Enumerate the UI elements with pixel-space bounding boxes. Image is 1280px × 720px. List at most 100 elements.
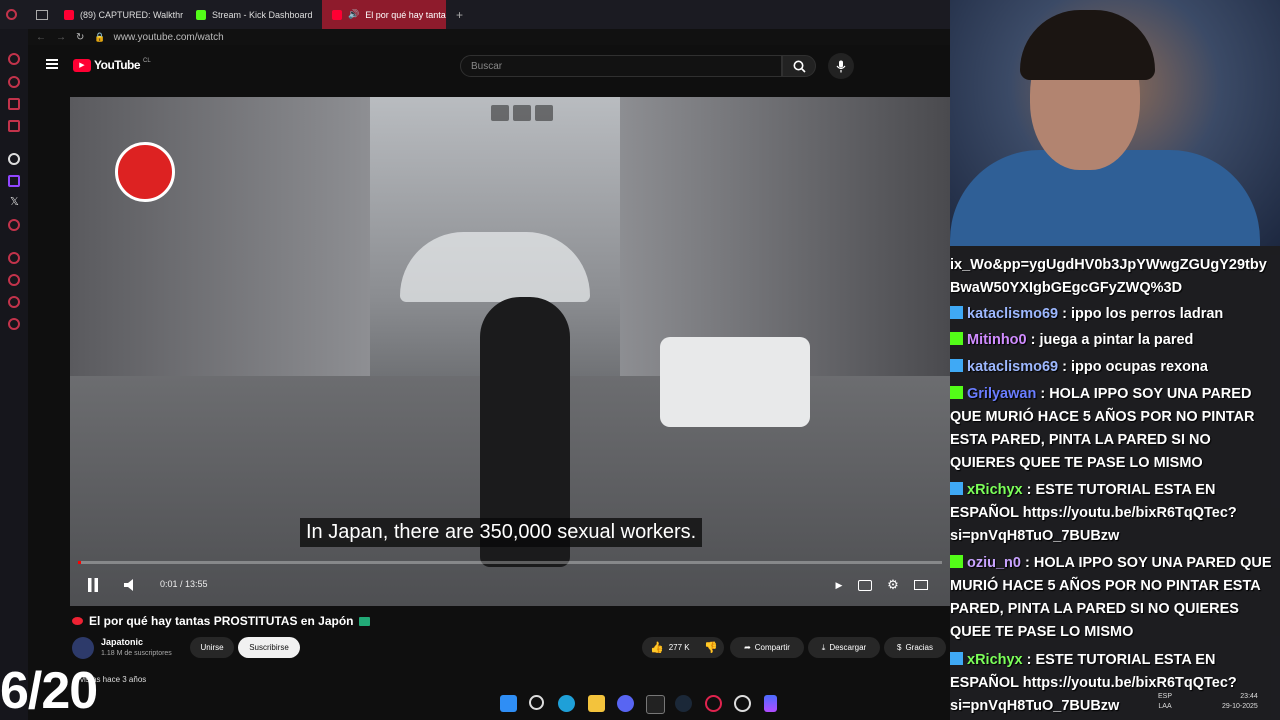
clock-time: 23:44: [1240, 693, 1258, 700]
autoplay-toggle[interactable]: ▶: [830, 573, 848, 597]
subscribe-button[interactable]: Suscribirse: [238, 637, 300, 658]
menu-icon[interactable]: [46, 59, 58, 69]
clock[interactable]: 23:44 29-10-2025: [1222, 692, 1258, 712]
search-button[interactable]: [782, 55, 816, 77]
opera-menu-icon[interactable]: [0, 0, 32, 29]
tab-kick-dashboard[interactable]: Stream - Kick Dashboard: [186, 0, 322, 29]
opera-gx-icon[interactable]: [705, 695, 722, 712]
tab-overview-icon[interactable]: [32, 0, 54, 29]
theater-button[interactable]: [912, 573, 930, 597]
chat-username[interactable]: xRichyx: [967, 482, 1023, 498]
chat-username[interactable]: Mitinho0: [967, 332, 1027, 348]
chat-badge-icon: [950, 555, 963, 568]
taskbar: [0, 688, 1280, 720]
share-label: Compartir: [754, 643, 790, 652]
like-count: 277 K: [668, 643, 690, 652]
white-van: [660, 337, 810, 427]
no-parking-sign: [115, 142, 175, 202]
sidebar-app-icon[interactable]: [8, 274, 20, 286]
discord-icon[interactable]: [617, 695, 634, 712]
sidebar-app-icon[interactable]: [8, 98, 20, 110]
youtube-play-icon: ▶: [73, 58, 91, 72]
epic-games-icon[interactable]: [646, 695, 665, 714]
tab-youtube-captured[interactable]: (89) CAPTURED: Walkthr: [54, 0, 186, 29]
dislike-button[interactable]: 👎: [698, 637, 724, 658]
voice-search-button[interactable]: [828, 53, 854, 79]
subscriber-count: 1.18 M de suscriptores: [101, 650, 172, 657]
chat-username[interactable]: kataclismo69: [967, 306, 1058, 322]
avatar[interactable]: [72, 637, 94, 659]
download-icon: ⤓: [821, 642, 826, 652]
back-arrow-icon[interactable]: ←: [36, 32, 46, 43]
chat-message: xRichyx : ESTE TUTORIAL ESTA EN ESPAÑOL …: [950, 479, 1272, 548]
join-button[interactable]: Unirse: [190, 637, 234, 658]
chat-username[interactable]: Grilyawan: [967, 386, 1036, 402]
chat-badge-icon: [950, 332, 963, 345]
video-title: El por qué hay tantas PROSTITUTAS en Jap…: [72, 614, 371, 628]
reload-icon[interactable]: ↻: [76, 32, 84, 43]
lock-icon: 🔒: [94, 31, 106, 42]
lang-code: ESP: [1158, 693, 1173, 700]
youtube-logo[interactable]: ▶ YouTube CL: [73, 58, 151, 72]
next-video-icon[interactable]: [535, 105, 553, 121]
chat-message: Grilyawan : HOLA IPPO SOY UNA PARED QUE …: [950, 383, 1272, 475]
steam-icon[interactable]: [675, 695, 692, 712]
sidebar-app-icon[interactable]: [8, 76, 20, 88]
search-icon[interactable]: [529, 695, 544, 710]
umbrella: [400, 232, 590, 302]
captions-button[interactable]: [856, 573, 874, 597]
download-button[interactable]: ⤓ Descargar: [808, 637, 880, 658]
edge-icon[interactable]: [558, 695, 575, 712]
video-time: 0:01 / 13:55: [160, 579, 208, 589]
chat-username[interactable]: xRichyx: [967, 652, 1023, 668]
tab-active-video[interactable]: 🔊 El por qué hay tanta: [322, 0, 446, 29]
sidebar-app-icon[interactable]: [8, 296, 20, 308]
windows-start-icon[interactable]: [500, 695, 517, 712]
forward-arrow-icon[interactable]: →: [56, 32, 66, 43]
chat-username[interactable]: oziu_n0: [967, 555, 1021, 571]
sidebar-app-icon[interactable]: [8, 153, 20, 165]
file-explorer-icon[interactable]: [588, 695, 605, 712]
logo-text: YouTube: [94, 58, 141, 72]
sidebar-app-icon[interactable]: [8, 252, 20, 264]
search-input[interactable]: Buscar: [460, 55, 782, 77]
like-button[interactable]: 👍 277 K: [642, 637, 698, 658]
streamer-hair: [1020, 10, 1155, 80]
gear-icon: ⚙: [887, 577, 899, 592]
sidebar-app-icon[interactable]: [8, 53, 20, 65]
twitch-icon[interactable]: [8, 175, 20, 187]
video-player[interactable]: In Japan, there are 350,000 sexual worke…: [70, 97, 950, 606]
dollar-icon: $: [896, 643, 902, 652]
volume-icon: [124, 579, 133, 591]
channel-name[interactable]: Japatonic: [101, 637, 143, 647]
queue-icon[interactable]: [513, 105, 531, 121]
chat-message: kataclismo69 : ippo ocupas rexona: [950, 356, 1272, 379]
progress-bar[interactable]: [78, 561, 942, 564]
new-tab-button[interactable]: +: [446, 0, 476, 29]
video-subtitle: In Japan, there are 350,000 sexual worke…: [300, 518, 703, 547]
thanks-button[interactable]: $ Gracias: [884, 637, 946, 658]
app-icon[interactable]: [764, 695, 777, 712]
chat-badge-icon: [950, 306, 963, 319]
pause-button[interactable]: [82, 573, 104, 597]
settings-button[interactable]: ⚙: [884, 573, 902, 597]
url-field[interactable]: www.youtube.com/watch: [114, 32, 224, 43]
lips-emoji-icon: [72, 617, 83, 625]
chat-overlay: ix_Wo&pp=ygUgdHV0b3JpYWwgZGUgY29tbyBwaW5…: [950, 246, 1280, 720]
money-emoji-icon: [359, 616, 371, 626]
obs-icon[interactable]: [734, 695, 751, 712]
miniplayer-icon[interactable]: [491, 105, 509, 121]
thumbs-up-icon: 👍: [650, 642, 664, 654]
chat-badge-icon: [950, 652, 963, 665]
address-bar: ← → ↻ 🔒 www.youtube.com/watch: [28, 29, 950, 45]
chat-username[interactable]: kataclismo69: [967, 359, 1058, 375]
input-language[interactable]: ESP LAA: [1158, 692, 1172, 712]
share-button[interactable]: ➦ Compartir: [730, 637, 804, 658]
sidebar-app-icon[interactable]: [8, 120, 20, 132]
volume-button[interactable]: [120, 573, 142, 597]
speaker-icon[interactable]: 🔊: [348, 9, 359, 20]
kick-favicon-icon: [196, 9, 206, 20]
settings-icon[interactable]: [8, 318, 20, 330]
sidebar-app-icon[interactable]: [8, 219, 20, 231]
x-icon[interactable]: 𝕏: [10, 195, 19, 208]
